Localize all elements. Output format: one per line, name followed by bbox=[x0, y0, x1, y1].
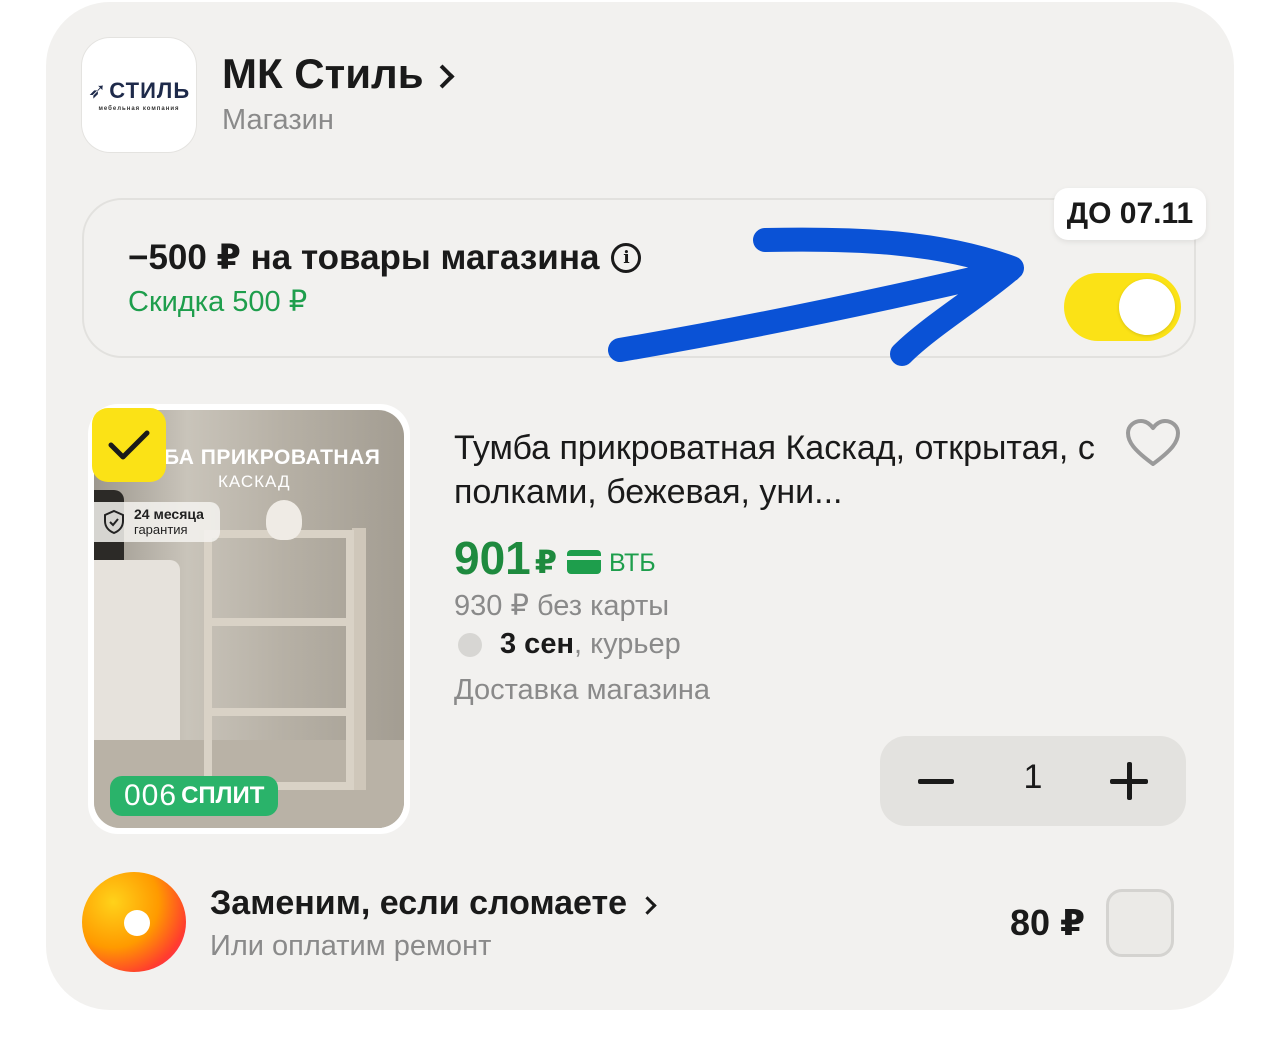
insurance-price: 80 ₽ bbox=[1010, 902, 1086, 943]
warranty-line1: 24 месяца bbox=[134, 506, 204, 522]
chevron-right-icon bbox=[429, 63, 455, 89]
warranty-line2: гарантия bbox=[134, 522, 188, 537]
warranty-badge: 24 месяца гарантия bbox=[94, 502, 220, 542]
split-badge: 006 СПЛИТ bbox=[110, 776, 279, 816]
bird-icon: ➶ bbox=[87, 78, 108, 103]
photo-shelf-side bbox=[352, 528, 366, 790]
quantity-value: 1 bbox=[1023, 758, 1043, 796]
shop-logo[interactable]: ➶ СТИЛЬ мебельная компания bbox=[82, 38, 196, 152]
insurance-title: Заменим, если сломаете bbox=[210, 884, 628, 922]
promo-toggle[interactable] bbox=[1064, 273, 1181, 341]
annotation-arrow bbox=[608, 227, 1024, 366]
decrease-button[interactable] bbox=[918, 779, 954, 784]
shop-logo-text: СТИЛЬ bbox=[109, 78, 191, 103]
insurance-checkbox[interactable] bbox=[1106, 889, 1174, 957]
insurance-logo bbox=[82, 872, 186, 972]
photo-nightstand bbox=[204, 530, 354, 790]
photo-vase bbox=[266, 500, 302, 540]
shop-logo-wordmark: ➶ СТИЛЬ bbox=[88, 78, 190, 104]
checkmark-icon bbox=[108, 430, 150, 460]
quantity-stepper: 1 bbox=[880, 736, 1186, 826]
insurance-subtitle: Или оплатим ремонт bbox=[210, 930, 492, 962]
toggle-knob bbox=[1119, 279, 1175, 335]
delivery-note: Доставка магазина bbox=[454, 674, 711, 706]
bank-name: ВТБ bbox=[609, 549, 656, 577]
promo-title: −500 ₽ на товары магазина i bbox=[128, 238, 642, 278]
split-number: 006 bbox=[124, 779, 178, 812]
bank-card-icon bbox=[567, 550, 602, 574]
warranty-text: 24 месяца гарантия bbox=[134, 506, 204, 538]
promo-discount: Скидка 500 ₽ bbox=[128, 286, 308, 318]
chevron-right-icon bbox=[638, 896, 657, 915]
price-currency: ₽ bbox=[534, 544, 558, 580]
image-title: БА ПРИКРОВАТНАЯ bbox=[164, 446, 381, 469]
shop-name: МК Стиль bbox=[222, 50, 424, 97]
price-without-card: 930 ₽ без карты bbox=[454, 590, 670, 622]
promo-deadline-badge: ДО 07.11 bbox=[1054, 188, 1206, 240]
delivery-status-dot bbox=[458, 632, 482, 657]
delivery-method: , курьер bbox=[573, 628, 681, 660]
photo-shelf bbox=[212, 708, 346, 716]
product-title[interactable]: Тумба прикроватная Каскад, открытая, с п… bbox=[454, 426, 1114, 514]
insurance-title-link[interactable]: Заменим, если сломаете bbox=[210, 884, 657, 923]
increase-button[interactable] bbox=[1110, 762, 1148, 800]
promo-title-text: −500 ₽ на товары магазина bbox=[128, 238, 600, 277]
split-label: СПЛИТ bbox=[181, 782, 265, 809]
shop-type: Магазин bbox=[222, 104, 334, 136]
photo-shelf bbox=[212, 618, 346, 626]
image-subtitle: КАСКАД bbox=[218, 472, 291, 491]
shield-check-icon bbox=[104, 509, 124, 535]
product-select-checkbox[interactable] bbox=[92, 408, 166, 482]
price-row: 901 ₽ ВТБ bbox=[454, 534, 656, 582]
shop-logo-subtext: мебельная компания bbox=[98, 106, 180, 112]
price-value: 901 bbox=[454, 532, 531, 584]
delivery-date: 3 сен bbox=[500, 628, 574, 660]
shop-name-link[interactable]: МК Стиль bbox=[222, 50, 455, 98]
delivery-info: 3 сен , курьер bbox=[458, 628, 681, 661]
heart-icon[interactable] bbox=[1124, 418, 1182, 468]
